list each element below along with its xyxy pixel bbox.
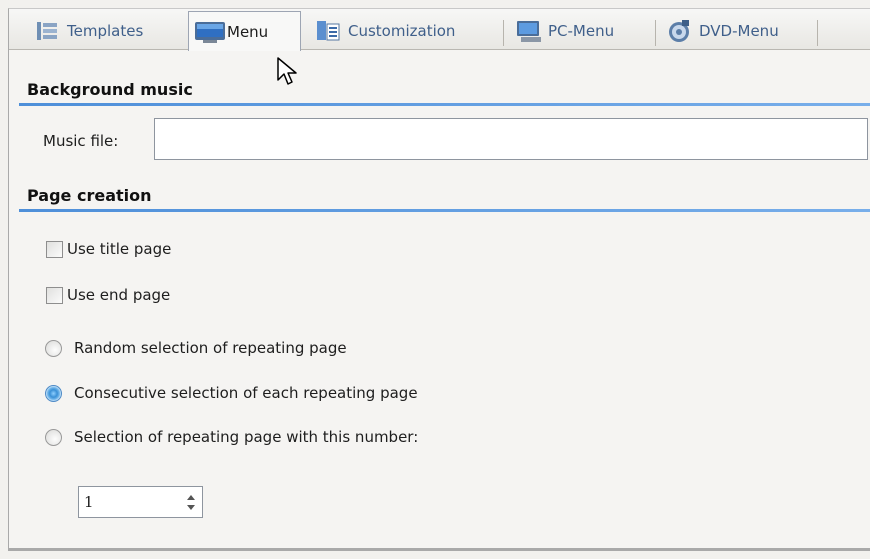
numbered-selection-label: Selection of repeating page with this nu… bbox=[74, 428, 419, 446]
section-divider bbox=[19, 209, 870, 212]
tab-dvd-menu[interactable]: DVD-Menu bbox=[666, 14, 779, 48]
menu-monitor-icon bbox=[194, 19, 225, 45]
mouse-cursor-icon bbox=[277, 57, 297, 85]
use-title-page-option[interactable]: Use title page bbox=[46, 240, 171, 258]
page-number-stepper[interactable]: 1 bbox=[78, 486, 203, 518]
tab-strip: Templates Menu Customization PC-Menu DVD… bbox=[9, 9, 870, 51]
dvd-menu-icon bbox=[666, 18, 692, 44]
increment-arrow-icon[interactable] bbox=[187, 495, 195, 500]
templates-icon bbox=[34, 18, 60, 44]
tab-label: Menu bbox=[227, 22, 269, 41]
tab-menu[interactable]: Menu bbox=[188, 11, 301, 51]
consecutive-selection-label: Consecutive selection of each repeating … bbox=[74, 384, 418, 402]
tab-pc-menu[interactable]: PC-Menu bbox=[515, 14, 614, 48]
use-end-page-label: Use end page bbox=[67, 286, 171, 304]
consecutive-selection-radio[interactable] bbox=[45, 384, 62, 402]
tab-customization[interactable]: Customization bbox=[315, 14, 455, 48]
page-number-value[interactable]: 1 bbox=[79, 493, 182, 511]
use-title-page-checkbox[interactable] bbox=[46, 240, 63, 258]
pc-menu-icon bbox=[515, 18, 541, 44]
use-title-page-label: Use title page bbox=[67, 240, 172, 258]
section-divider bbox=[19, 103, 870, 106]
music-file-label: Music file: bbox=[43, 132, 119, 150]
use-end-page-checkbox[interactable] bbox=[46, 286, 63, 304]
background-music-heading: Background music bbox=[27, 80, 193, 99]
numbered-selection-radio[interactable] bbox=[45, 428, 62, 446]
music-file-input[interactable] bbox=[154, 118, 868, 160]
numbered-selection-option[interactable]: Selection of repeating page with this nu… bbox=[45, 428, 418, 446]
random-selection-option[interactable]: Random selection of repeating page bbox=[45, 339, 347, 357]
consecutive-selection-option[interactable]: Consecutive selection of each repeating … bbox=[45, 384, 418, 402]
panel-bottom-border bbox=[8, 548, 870, 551]
decrement-arrow-icon[interactable] bbox=[187, 505, 195, 510]
tab-separator bbox=[503, 20, 504, 46]
page-creation-heading: Page creation bbox=[27, 186, 152, 205]
tab-label: PC-Menu bbox=[548, 22, 615, 40]
tab-templates[interactable]: Templates bbox=[34, 14, 143, 48]
customization-icon bbox=[315, 18, 341, 44]
tab-label: DVD-Menu bbox=[699, 22, 779, 40]
tab-label: Templates bbox=[67, 22, 144, 40]
stepper-arrows[interactable] bbox=[182, 487, 202, 517]
use-end-page-option[interactable]: Use end page bbox=[46, 286, 170, 304]
random-selection-label: Random selection of repeating page bbox=[74, 339, 347, 357]
random-selection-radio[interactable] bbox=[45, 339, 62, 357]
tab-label: Customization bbox=[348, 22, 456, 40]
tab-separator bbox=[655, 20, 656, 46]
tab-separator bbox=[817, 20, 818, 46]
